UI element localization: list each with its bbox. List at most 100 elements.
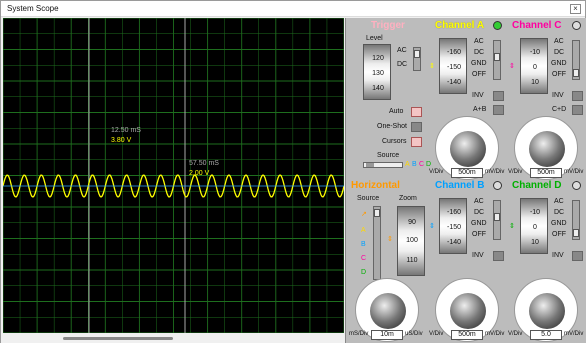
channel-b-dc: DC — [474, 209, 485, 216]
level-label: Level — [366, 35, 383, 42]
one-shot-button[interactable] — [411, 122, 422, 132]
channel-a-inv-button[interactable] — [493, 91, 504, 101]
horizontal-source-b: B — [361, 241, 366, 248]
trigger-source-slider[interactable] — [363, 162, 403, 168]
channel-c-coupling-switch[interactable] — [572, 40, 580, 80]
cursor-1-volts: 3.80 V — [111, 137, 132, 144]
channel-d-title: Channel D — [512, 180, 562, 191]
channel-a-gnd: GND — [471, 60, 487, 67]
channel-a-combine: A+B — [473, 106, 487, 113]
channel-d-position-dial[interactable]: -10 0 10 — [520, 198, 548, 254]
channel-d-inv: INV — [552, 252, 564, 259]
channel-d-section: Channel D -10 0 10 ⇕ AC DC GND OFF INV 5.0… — [508, 180, 586, 342]
channel-d-off: OFF — [552, 231, 566, 238]
scope-grid — [3, 18, 344, 333]
channel-c-left-unit: V/Div — [508, 169, 523, 175]
channel-a-title: Channel A — [435, 20, 485, 31]
channel-c-arrow-icon: ⇕ — [509, 63, 515, 70]
auto-label: Auto — [389, 108, 404, 115]
channel-b-gnd: GND — [471, 220, 487, 227]
channel-a-inv: INV — [472, 92, 484, 99]
zoom-dial[interactable]: 90 100 110 — [397, 206, 425, 276]
channel-c-combine: C+D — [552, 106, 567, 113]
channel-d-gnd: GND — [551, 220, 567, 227]
channel-d-readout: 5.0 — [530, 330, 562, 340]
channel-c-ac: AC — [554, 38, 564, 45]
channel-b-title: Channel B — [435, 180, 485, 191]
trigger-source-label: Source — [377, 152, 400, 159]
cursor-1-time: 12.50 mS — [111, 127, 141, 134]
channel-d-right-unit: mV/Div — [564, 331, 584, 337]
channel-b-inv: INV — [472, 252, 484, 259]
title-bar: System Scope × — [1, 1, 585, 17]
cursors-label: Cursors — [382, 138, 407, 145]
channel-a-ac: AC — [474, 38, 484, 45]
horizontal-scrollbar[interactable] — [1, 334, 345, 343]
channel-a-off: OFF — [472, 71, 486, 78]
channel-c-right-unit: mV/Div — [564, 169, 584, 175]
horizontal-source-switch[interactable] — [373, 206, 381, 280]
channel-c-combine-button[interactable] — [572, 105, 583, 115]
channel-d-arrow-icon: ⇕ — [509, 223, 515, 230]
channel-a-left-unit: V/Div — [429, 169, 444, 175]
channel-b-readout: 500m — [451, 330, 483, 340]
trigger-section: Trigger Level 120 130 140 AC DC Auto One… — [349, 20, 431, 170]
cursor-2-time: 57.50 mS — [189, 160, 219, 167]
channel-c-section: Channel C -10 0 10 ⇕ AC DC GND OFF INV C+D… — [508, 20, 586, 180]
channel-b-arrow-icon: ⇕ — [429, 223, 435, 230]
channel-b-left-unit: V/Div — [429, 331, 444, 337]
horizontal-source-c: C — [361, 255, 367, 262]
horizontal-title: Horizontal — [351, 180, 400, 191]
channel-b-ac: AC — [474, 198, 484, 205]
channel-b-coupling-switch[interactable] — [493, 200, 501, 240]
channel-a-combine-button[interactable] — [493, 105, 504, 115]
channel-a-section: Channel A -160 -150 -140 ⇕ AC DC GND OFF I… — [429, 20, 507, 180]
horizontal-source-d: D — [361, 269, 367, 276]
channel-c-gnd: GND — [551, 60, 567, 67]
scrollbar-thumb[interactable] — [63, 337, 173, 340]
channel-c-led[interactable] — [572, 21, 581, 30]
trigger-source-a: A — [405, 161, 410, 168]
channel-d-inv-button[interactable] — [572, 251, 583, 261]
channel-b-position-dial[interactable]: -160 -150 -140 — [439, 198, 467, 254]
channel-a-position-dial[interactable]: -160 -150 -140 — [439, 38, 467, 94]
channel-b-section: Channel B -160 -150 -140 ⇕ AC DC GND OFF I… — [429, 180, 507, 342]
trigger-source-c: C — [419, 161, 425, 168]
channel-a-coupling-switch[interactable] — [493, 40, 501, 80]
horizontal-readout: 10m — [371, 330, 403, 340]
scope-display[interactable]: 12.50 mS 3.80 V 57.50 mS 2.00 V — [3, 18, 344, 333]
channel-c-inv: INV — [552, 92, 564, 99]
channel-d-coupling-switch[interactable] — [572, 200, 580, 240]
channel-d-left-unit: V/Div — [508, 331, 523, 337]
channel-a-led[interactable] — [493, 21, 502, 30]
cursors-button[interactable] — [411, 137, 422, 147]
channel-d-led[interactable] — [572, 181, 581, 190]
channel-c-position-dial[interactable]: -10 0 10 — [520, 38, 548, 94]
horizontal-arrow-icon: ⇕ — [387, 236, 393, 243]
channel-a-dc: DC — [474, 49, 485, 56]
horizontal-right-unit: uS/Div — [405, 331, 423, 337]
trigger-source-b: B — [412, 161, 417, 168]
channel-c-inv-button[interactable] — [572, 91, 583, 101]
cursor-2-volts: 2.00 V — [189, 170, 210, 177]
scope-window: System Scope × 12.50 mS 3.80 V 57.50 mS … — [0, 0, 586, 343]
channel-c-off: OFF — [552, 71, 566, 78]
channel-a-arrow-icon: ⇕ — [429, 63, 435, 70]
horizontal-pointer-icon: ↗ — [361, 211, 367, 218]
one-shot-label: One-Shot — [377, 123, 407, 130]
trigger-coupling-switch[interactable] — [413, 47, 421, 71]
channel-b-inv-button[interactable] — [493, 251, 504, 261]
trigger-ac-label: AC — [397, 47, 407, 54]
channel-b-right-unit: mV/Div — [485, 331, 505, 337]
trigger-dc-label: DC — [397, 61, 408, 68]
level-dial[interactable]: 120 130 140 — [363, 44, 391, 100]
channel-b-led[interactable] — [493, 181, 502, 190]
channel-c-readout: 500m — [530, 168, 562, 178]
auto-button[interactable] — [411, 107, 422, 117]
horizontal-section: Horizontal Source Zoom ↗ A B C D ⇕ 90 100… — [349, 180, 427, 342]
channel-d-ac: AC — [554, 198, 564, 205]
close-button[interactable]: × — [570, 4, 581, 14]
horizontal-source-label: Source — [357, 195, 380, 202]
channel-a-right-unit: mV/Div — [485, 169, 505, 175]
channel-b-off: OFF — [472, 231, 486, 238]
